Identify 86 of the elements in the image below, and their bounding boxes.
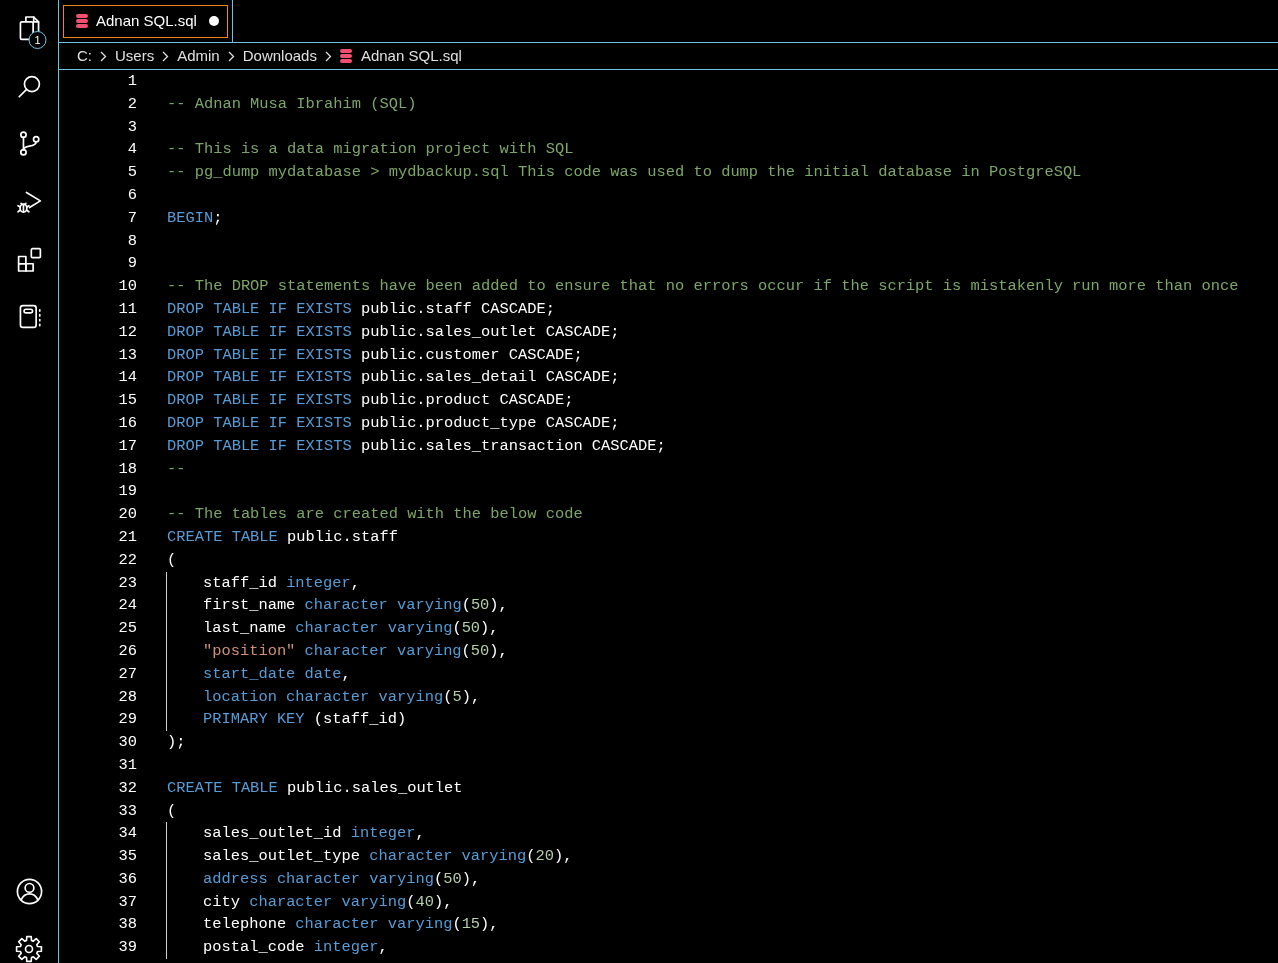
line-number: 25 xyxy=(117,618,137,640)
code-line: DROP TABLE IF EXISTS public.sales_outlet CASCADE; xyxy=(167,321,620,343)
line-number: 12 xyxy=(117,321,137,343)
code-line: DROP TABLE IF EXISTS public.customer CASCADE; xyxy=(167,344,583,366)
settings-icon[interactable] xyxy=(15,935,43,963)
code-line: address character varying(50), xyxy=(166,867,481,891)
chevron-right-icon xyxy=(100,50,107,62)
line-number: 35 xyxy=(117,846,137,868)
code-line: DROP TABLE IF EXISTS public.product CASCADE; xyxy=(167,390,574,412)
line-number: 39 xyxy=(117,937,137,959)
code-line: telephone character varying(15), xyxy=(166,913,499,937)
code-line: location character varying(5), xyxy=(166,685,481,709)
line-number: 4 xyxy=(126,139,137,161)
code-line: start_date date, xyxy=(166,662,351,686)
line-number: 17 xyxy=(117,435,137,457)
code-line: PRIMARY KEY (staff_id) xyxy=(166,708,407,732)
line-number: 10 xyxy=(117,276,137,298)
code-line: ( xyxy=(167,549,177,571)
line-number: 24 xyxy=(117,595,137,617)
code-line: DROP TABLE IF EXISTS public.sales_transaction CASCADE; xyxy=(167,435,666,457)
code-line: ( xyxy=(167,800,177,822)
line-number: 33 xyxy=(117,800,137,822)
line-number: 2 xyxy=(126,93,137,115)
code-line: CREATE TABLE public.sales_outlet xyxy=(167,777,463,799)
database-icon xyxy=(339,49,352,63)
line-number: 31 xyxy=(117,754,137,776)
breadcrumb-item[interactable]: Users xyxy=(115,46,155,66)
code-line: city character varying(40), xyxy=(166,890,453,914)
line-number: 22 xyxy=(117,549,137,571)
breadcrumb-item[interactable]: Adnan SQL.sql xyxy=(339,46,462,66)
line-number: 14 xyxy=(117,367,137,389)
code-line: DROP TABLE IF EXISTS public.sales_detail CASCADE; xyxy=(167,367,620,389)
line-number: 32 xyxy=(117,777,137,799)
code-line: ); xyxy=(167,732,186,754)
line-number: 37 xyxy=(117,891,137,913)
code-line: postal_code integer, xyxy=(166,936,388,960)
code-line: first_name character varying(50), xyxy=(166,594,508,618)
line-number: 29 xyxy=(117,709,137,731)
code-line: "position" character varying(50), xyxy=(166,639,508,663)
code-line: DROP TABLE IF EXISTS public.product_type CASCADE; xyxy=(167,412,620,434)
line-number: 15 xyxy=(117,390,137,412)
breadcrumb-item[interactable]: C: xyxy=(77,46,92,66)
code-line: sales_outlet_type character varying(20), xyxy=(166,845,573,868)
line-number: 21 xyxy=(117,526,137,548)
line-number: 18 xyxy=(117,458,137,480)
code-line: BEGIN; xyxy=(167,207,223,229)
code-line: -- Adnan Musa Ibrahim (SQL) xyxy=(167,93,417,115)
code-line: staff_id integer, xyxy=(166,571,361,595)
editor-tab[interactable]: Adnan SQL.sql xyxy=(63,4,228,38)
line-number: 3 xyxy=(126,116,137,138)
line-number: 5 xyxy=(126,162,137,184)
line-number: 20 xyxy=(117,504,137,526)
code-line: CREATE TABLE public.staff xyxy=(167,526,398,548)
notification-badge: 1 xyxy=(28,31,46,49)
code-line: last_name character varying(50), xyxy=(166,617,499,640)
line-number: 19 xyxy=(117,481,137,503)
code-line: -- pg_dump mydatabase > mydbackup.sql This code was used to dump the initial database in PostgreSQL xyxy=(167,162,1082,184)
breadcrumb-item[interactable]: Admin xyxy=(177,46,220,66)
line-number: 28 xyxy=(117,686,137,708)
code-line: -- The DROP statements have been added to ensure that no errors occur if the script is mistakenly run more than once xyxy=(167,276,1239,298)
code-line: -- The tables are created with the below code xyxy=(167,504,583,526)
line-number: 34 xyxy=(117,823,137,845)
code-line: -- This is a data migration project with SQL xyxy=(167,139,574,161)
line-number: 38 xyxy=(117,914,137,936)
code-line: DROP TABLE IF EXISTS public.staff CASCADE; xyxy=(167,298,555,320)
database-icon xyxy=(76,14,88,28)
chevron-right-icon xyxy=(162,50,170,62)
line-number: 8 xyxy=(126,230,137,252)
chevron-right-icon xyxy=(324,50,332,62)
line-number: 30 xyxy=(117,732,137,754)
line-number: 6 xyxy=(126,185,137,206)
code-line: sales_outlet_id integer, xyxy=(166,822,425,846)
line-number: 13 xyxy=(117,344,137,366)
line-number: 27 xyxy=(117,663,137,685)
line-number: 9 xyxy=(126,253,137,275)
line-number: 26 xyxy=(117,640,137,662)
line-number: 1 xyxy=(126,71,137,92)
code-line: -- xyxy=(167,458,186,480)
line-number: 11 xyxy=(117,298,137,320)
breadcrumb-item[interactable]: Downloads xyxy=(242,46,317,66)
account-icon[interactable] xyxy=(14,877,44,906)
line-number: 36 xyxy=(117,868,137,890)
chevron-right-icon xyxy=(227,50,235,62)
line-number: 23 xyxy=(117,572,137,594)
line-number: 16 xyxy=(117,412,137,434)
line-number: 7 xyxy=(126,207,137,229)
